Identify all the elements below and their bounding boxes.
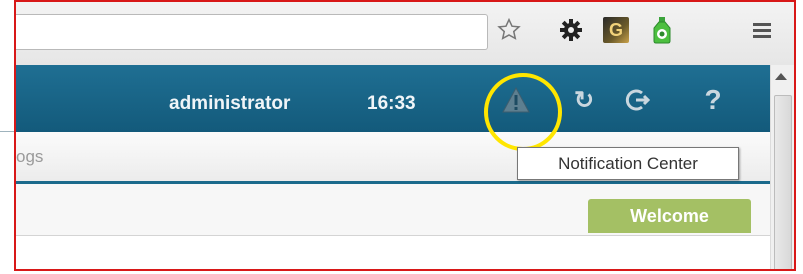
gear-icon[interactable] [556, 15, 586, 45]
warning-icon[interactable] [499, 83, 533, 117]
tab-welcome[interactable]: Welcome [588, 199, 751, 233]
logout-icon[interactable] [620, 83, 654, 117]
star-icon[interactable] [494, 15, 524, 45]
tab-bar: Welcome [16, 184, 770, 236]
bottle-extension-icon[interactable] [647, 15, 677, 45]
address-bar[interactable] [16, 14, 488, 50]
scrollbar[interactable] [770, 65, 795, 271]
g-extension-icon[interactable]: G [601, 15, 631, 45]
clock-label: 16:33 [367, 93, 416, 114]
username-label[interactable]: administrator [169, 93, 290, 115]
outer-divider-line [0, 131, 16, 132]
menu-icon[interactable] [747, 15, 777, 45]
menu-item-logs[interactable]: ogs [16, 147, 43, 167]
notification-center-tooltip: Notification Center [517, 147, 739, 180]
g-extension-letter: G [603, 17, 629, 43]
scroll-up-arrow-icon[interactable] [775, 73, 787, 80]
scroll-thumb[interactable] [774, 95, 792, 271]
browser-toolbar: G [16, 2, 795, 65]
help-icon[interactable]: ? [696, 83, 730, 117]
app-header: administrator 16:33 ↻ ? [16, 65, 770, 132]
refresh-icon[interactable]: ↻ [567, 83, 601, 117]
content-area [16, 236, 770, 271]
